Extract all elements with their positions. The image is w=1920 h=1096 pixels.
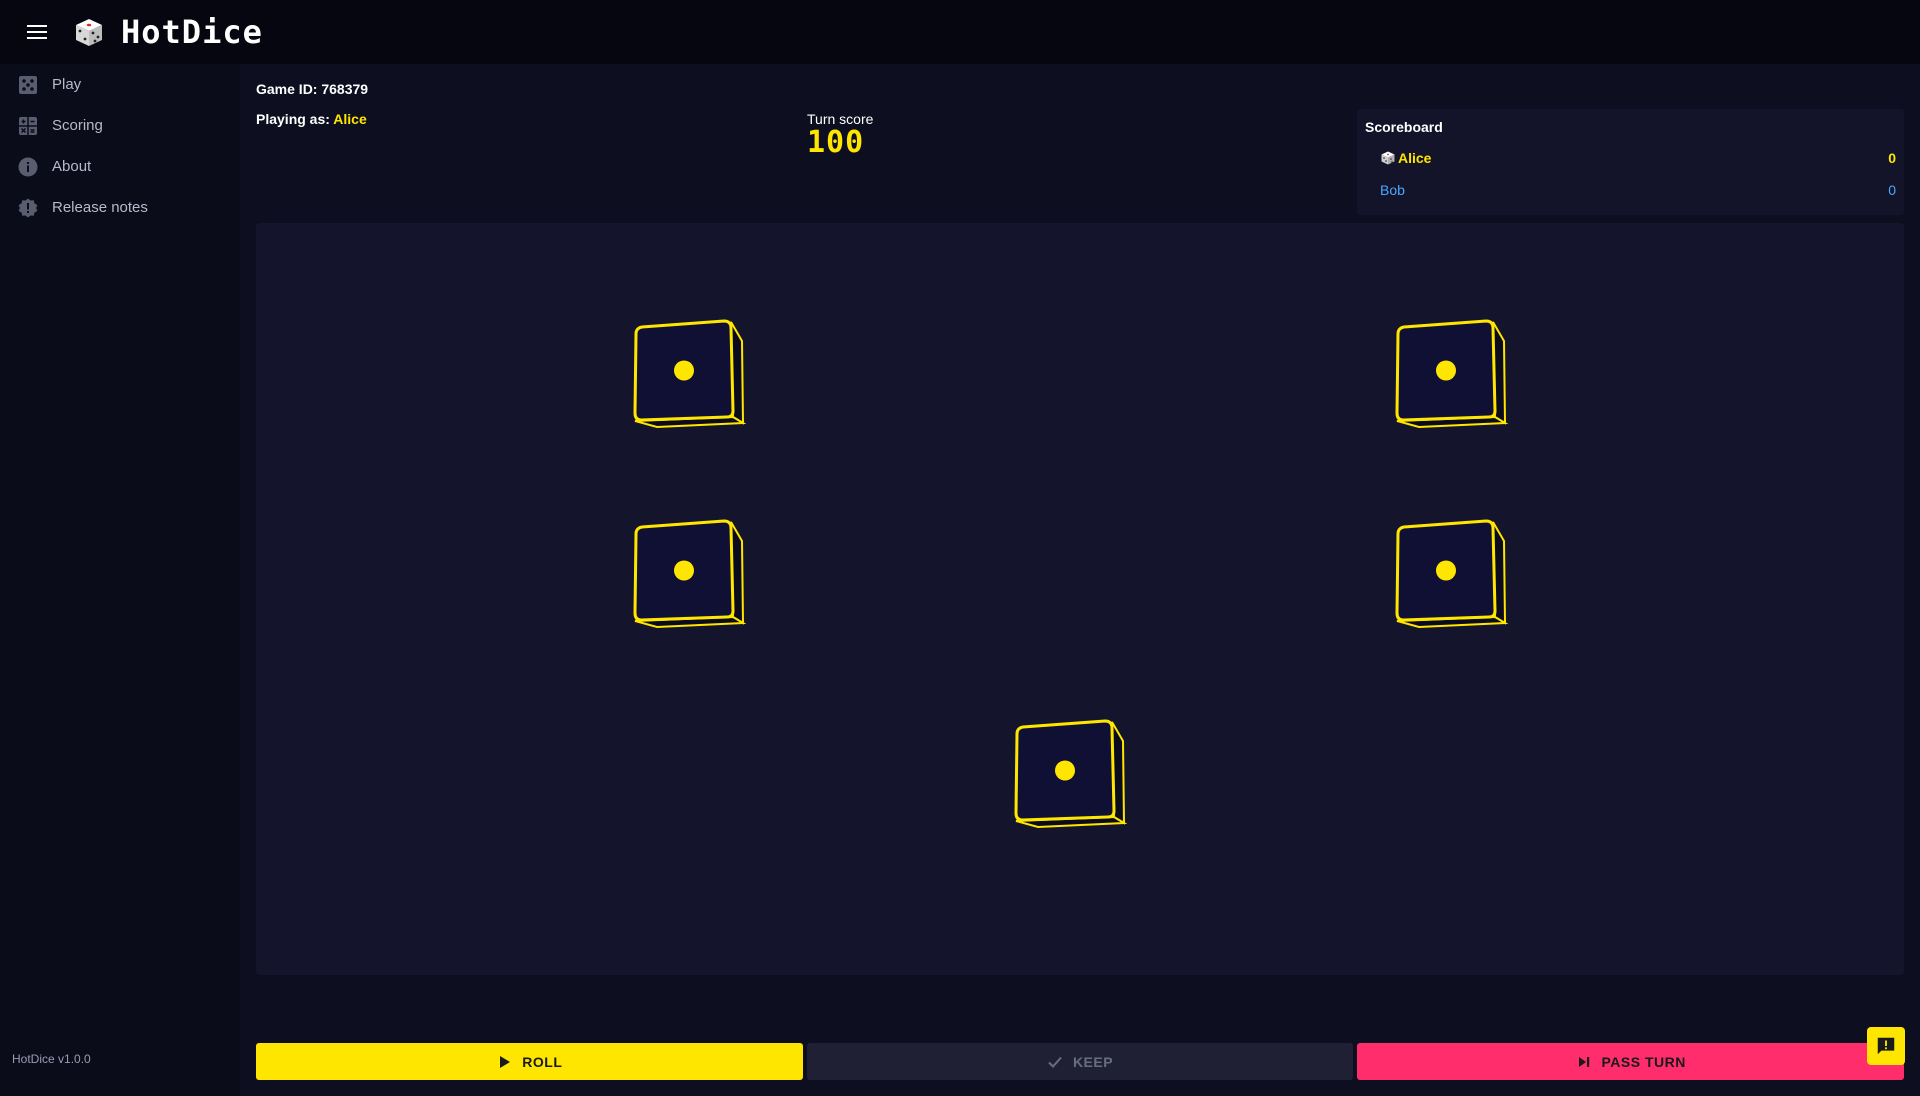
main-content: Game ID: 768379 Playing as: Alice Turn s… xyxy=(240,64,1920,1096)
die-face-icon xyxy=(1395,519,1509,629)
skip-icon xyxy=(1578,1056,1589,1067)
die-pip xyxy=(674,560,694,581)
playing-as: Playing as: Alice xyxy=(256,111,367,127)
turn-score-value: 100 xyxy=(807,125,865,160)
app-title: HotDice xyxy=(121,13,263,51)
scoreboard: Scoreboard Alice 0 Bob 0 xyxy=(1357,109,1904,215)
die[interactable] xyxy=(1013,713,1133,833)
current-player-name: Alice xyxy=(333,111,367,127)
keep-button[interactable]: KEEP xyxy=(806,1043,1354,1080)
pass-turn-button-label: PASS TURN xyxy=(1601,1053,1686,1070)
playing-as-label: Playing as: xyxy=(256,111,330,127)
scoreboard-player-name: Alice xyxy=(1398,150,1432,166)
scoreboard-player-score: 0 xyxy=(1888,150,1896,166)
menu-icon[interactable] xyxy=(25,20,49,44)
scoring-icon xyxy=(19,116,37,135)
scoreboard-title: Scoreboard xyxy=(1365,119,1443,135)
roll-button[interactable]: ROLL xyxy=(256,1043,803,1080)
action-bar: ROLL KEEP PASS TURN xyxy=(256,1043,1905,1080)
sidebar-item-play[interactable]: Play xyxy=(0,64,240,105)
die-pip xyxy=(1436,560,1456,581)
die[interactable] xyxy=(1394,513,1514,633)
die-pip xyxy=(1055,760,1075,781)
dice-board xyxy=(256,223,1904,975)
roll-button-label: ROLL xyxy=(522,1053,563,1070)
die-face-icon xyxy=(1014,719,1128,829)
die-face-icon xyxy=(633,519,747,629)
turn-score: Turn score 100 xyxy=(807,111,873,159)
scoreboard-row: Bob 0 xyxy=(1380,182,1896,198)
sidebar-item-label: Release notes xyxy=(52,199,148,216)
sidebar: Play Scoring About Release notes HotDice… xyxy=(0,64,240,1096)
pass-turn-button[interactable]: PASS TURN xyxy=(1357,1043,1905,1080)
release-notes-icon xyxy=(18,198,38,217)
die[interactable] xyxy=(1394,313,1514,433)
die-face-icon xyxy=(1395,319,1509,429)
feedback-button[interactable] xyxy=(1867,1027,1905,1065)
check-icon xyxy=(1048,1056,1062,1068)
scoreboard-row: Alice 0 xyxy=(1380,150,1896,166)
play-icon xyxy=(500,1055,511,1068)
die-pip xyxy=(674,360,694,381)
dice-icon xyxy=(19,75,37,94)
scoreboard-player-name: Bob xyxy=(1380,182,1405,198)
feedback-icon xyxy=(1877,1037,1895,1055)
die[interactable] xyxy=(632,313,752,433)
sidebar-item-about[interactable]: About xyxy=(0,146,240,187)
sidebar-item-label: Play xyxy=(52,76,82,93)
scoreboard-player-score: 0 xyxy=(1888,182,1896,198)
app-version: HotDice v1.0.0 xyxy=(12,1052,91,1066)
top-app-bar: HotDice xyxy=(0,0,1920,64)
game-id: Game ID: 768379 xyxy=(256,81,369,97)
keep-button-label: KEEP xyxy=(1072,1053,1114,1070)
die-face-icon xyxy=(633,319,747,429)
active-player-dice-icon xyxy=(1381,151,1395,165)
dice-logo-icon xyxy=(76,19,102,46)
sidebar-item-label: About xyxy=(52,158,92,175)
die[interactable] xyxy=(632,513,752,633)
die-pip xyxy=(1436,360,1456,381)
sidebar-item-label: Scoring xyxy=(52,117,103,134)
info-icon xyxy=(18,157,38,176)
sidebar-item-scoring[interactable]: Scoring xyxy=(0,105,240,146)
sidebar-item-release-notes[interactable]: Release notes xyxy=(0,187,240,228)
